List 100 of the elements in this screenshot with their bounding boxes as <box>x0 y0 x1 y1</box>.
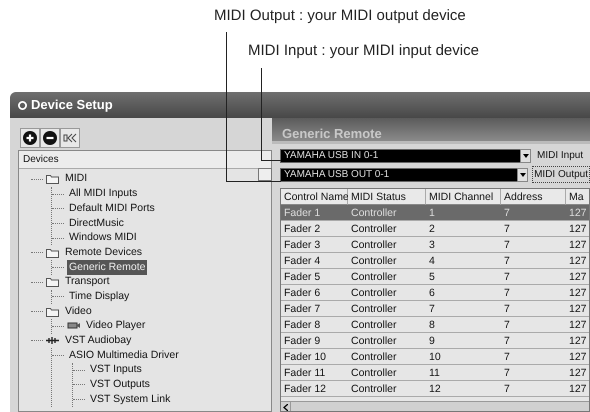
table-cell: 9 <box>426 333 501 349</box>
table-cell: 8 <box>426 317 501 333</box>
table-cell: Controller <box>348 381 426 397</box>
tree-item[interactable]: Remote Devices <box>63 244 144 261</box>
device-dropdown[interactable]: YAMAHA USB OUT 0-1 <box>280 168 528 182</box>
table-cell: 127 <box>566 253 589 269</box>
table-cell: Fader 10 <box>281 349 348 365</box>
table-cell: Controller <box>348 221 426 237</box>
table-cell: 7 <box>501 365 566 381</box>
table-cell: Controller <box>348 365 426 381</box>
table-cell: 127 <box>566 333 589 349</box>
table-cell: Controller <box>348 285 426 301</box>
table-cell: Controller <box>348 205 426 221</box>
table-cell: 127 <box>566 381 589 397</box>
tree-item[interactable]: Video <box>63 304 94 320</box>
table-cell: 7 <box>501 253 566 269</box>
table-cell: 127 <box>566 285 589 301</box>
table-cell: 11 <box>426 365 501 381</box>
scroll-up-button[interactable] <box>258 168 272 181</box>
tree-item[interactable]: Video Player <box>84 318 148 334</box>
table-cell: Fader 12 <box>281 381 348 397</box>
table-cell: 127 <box>566 237 589 253</box>
table-cell: Fader 3 <box>281 237 348 253</box>
table-cell: 4 <box>426 253 501 269</box>
table-cell: Fader 4 <box>281 253 348 269</box>
tree-item[interactable]: Windows MIDI <box>67 230 139 246</box>
horizontal-scrollbar[interactable] <box>281 401 589 411</box>
table-cell: Fader 9 <box>281 333 348 349</box>
table-cell: Controller <box>348 301 426 317</box>
tree-item[interactable]: VST System Link <box>88 392 172 408</box>
window-title: Device Setup <box>31 96 113 114</box>
table-cell: 127 <box>566 317 589 333</box>
tree-item[interactable]: Transport <box>63 274 112 290</box>
table-cell: Fader 6 <box>281 285 348 301</box>
reset-button[interactable] <box>60 128 80 148</box>
table-cell: 7 <box>501 205 566 221</box>
column-header[interactable]: MIDI Status <box>348 189 426 205</box>
folder-icon <box>46 246 60 259</box>
remove-button[interactable] <box>40 128 60 148</box>
table-cell: Controller <box>348 253 426 269</box>
table-cell: Controller <box>348 269 426 285</box>
table-cell: 5 <box>426 269 501 285</box>
table-cell: Fader 11 <box>281 365 348 381</box>
table-cell: Fader 1 <box>281 205 348 221</box>
table-cell: Controller <box>348 333 426 349</box>
table-cell: Fader 5 <box>281 269 348 285</box>
table-cell: 2 <box>426 221 501 237</box>
app-icon <box>18 100 27 110</box>
table-cell: 7 <box>501 285 566 301</box>
table-cell: 127 <box>566 301 589 317</box>
callout-text: MIDI Output : your MIDI output device <box>214 8 466 23</box>
table-cell: Controller <box>348 237 426 253</box>
table-cell: 127 <box>566 269 589 285</box>
tree-item[interactable]: Time Display <box>67 288 132 305</box>
table-cell: 127 <box>566 221 589 237</box>
tree-item[interactable]: ASIO Multimedia Driver <box>67 348 181 364</box>
column-header[interactable]: Address <box>501 189 566 205</box>
minus-icon <box>43 131 57 145</box>
table-cell: 7 <box>501 301 566 317</box>
table-cell: 7 <box>501 317 566 333</box>
table-cell: 10 <box>426 349 501 365</box>
table-cell: 1 <box>426 205 501 221</box>
column-header[interactable]: Control Name <box>281 189 348 205</box>
collapse-icon <box>63 131 77 145</box>
panel-title: Generic Remote <box>272 118 590 144</box>
table-cell: 12 <box>426 381 501 397</box>
table-cell: 7 <box>501 221 566 237</box>
dropdown-arrow-icon <box>520 172 526 176</box>
table-cell: 127 <box>566 349 589 365</box>
table-cell: Controller <box>348 317 426 333</box>
table-cell: 6 <box>426 285 501 301</box>
folder-icon <box>46 173 60 186</box>
tree-item[interactable]: Generic Remote <box>67 260 148 276</box>
table-cell: Controller <box>348 349 426 365</box>
dropdown-arrow-icon <box>522 154 528 158</box>
caret-icon <box>283 404 288 410</box>
device-dropdown[interactable]: YAMAHA USB IN 0-1 <box>280 148 531 162</box>
dropdown-label: MIDI Input <box>536 149 584 163</box>
table-cell: 3 <box>426 237 501 253</box>
table-cell: 7 <box>501 349 566 365</box>
table-cell: 7 <box>501 333 566 349</box>
column-header[interactable]: MIDI Channel <box>426 189 501 205</box>
plug-icon <box>46 334 60 347</box>
table-cell: 7 <box>501 381 566 397</box>
table-cell: Fader 2 <box>281 221 348 237</box>
tree-item[interactable]: VST Outputs <box>88 377 152 393</box>
tree-item[interactable]: VST Inputs <box>88 362 144 378</box>
table-cell: 127 <box>566 205 589 221</box>
tree-item[interactable]: MIDI <box>63 171 90 188</box>
add-button[interactable] <box>20 128 40 148</box>
tree-item[interactable]: All MIDI Inputs <box>67 186 140 202</box>
table-cell: 7 <box>501 237 566 253</box>
table-cell: Fader 7 <box>281 301 348 317</box>
tree-item[interactable]: DirectMusic <box>67 216 126 232</box>
table-cell: 7 <box>426 301 501 317</box>
callout-text: MIDI Input : your MIDI input device <box>248 43 479 58</box>
tree-item[interactable]: Default MIDI Ports <box>67 200 157 217</box>
folder-icon <box>46 276 60 288</box>
tree-item[interactable]: VST Audiobay <box>63 333 134 349</box>
plus-icon <box>23 131 37 145</box>
